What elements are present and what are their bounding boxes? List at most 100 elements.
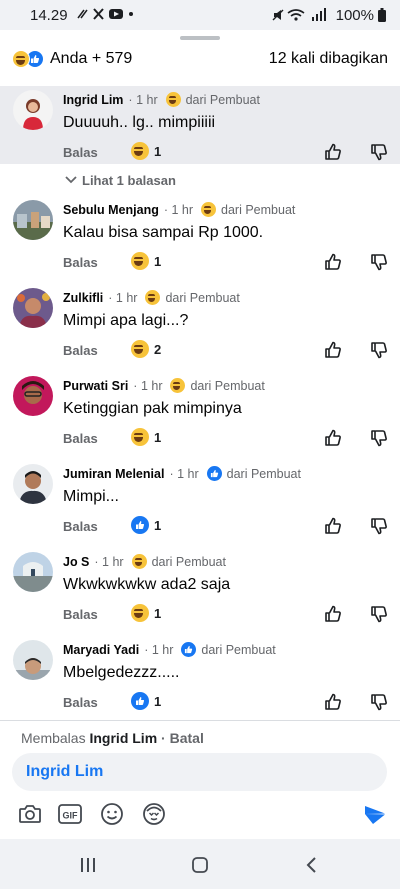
recent-apps-icon[interactable] bbox=[76, 853, 100, 877]
haha-icon bbox=[131, 252, 149, 270]
replying-to-label: Membalas Ingrid Lim · Batal bbox=[21, 730, 204, 746]
comment-input[interactable]: Ingrid Lim bbox=[12, 753, 387, 791]
comment-item[interactable]: Maryadi Yadi · 1 hr dari Pembuat Mbelged… bbox=[0, 636, 400, 724]
mute-wifi-signal-icons bbox=[272, 8, 326, 21]
share-count[interactable]: 12 kali dibagikan bbox=[269, 50, 388, 68]
downvote-icon[interactable] bbox=[369, 428, 389, 448]
reply-button[interactable]: Balas bbox=[63, 431, 98, 446]
reply-button[interactable]: Balas bbox=[63, 255, 98, 270]
comment-reaction-count[interactable]: 1 bbox=[131, 252, 161, 270]
upvote-icon[interactable] bbox=[323, 428, 343, 448]
reply-composer: Membalas Ingrid Lim · Batal Ingrid Lim G… bbox=[0, 720, 400, 839]
avatar[interactable] bbox=[13, 200, 53, 240]
vote-buttons bbox=[323, 516, 389, 536]
battery-percentage: 100% bbox=[335, 6, 374, 24]
comment-meta: Zulkifli · 1 hr dari Pembuat bbox=[63, 290, 240, 305]
downvote-icon[interactable] bbox=[369, 142, 389, 162]
downvote-icon[interactable] bbox=[369, 252, 389, 272]
comment-item[interactable]: Purwati Sri · 1 hr dari Pembuat Ketinggi… bbox=[0, 372, 400, 460]
downvote-icon[interactable] bbox=[369, 340, 389, 360]
commenter-name[interactable]: Sebulu Menjang bbox=[63, 203, 159, 217]
comment-text: Ketinggian pak mimpinya bbox=[63, 400, 242, 417]
upvote-icon[interactable] bbox=[323, 516, 343, 536]
reply-button[interactable]: Balas bbox=[63, 519, 98, 534]
author-reaction: dari Pembuat bbox=[206, 466, 301, 481]
comment-reaction-count[interactable]: 1 bbox=[131, 692, 161, 710]
avatar[interactable] bbox=[13, 640, 53, 680]
status-time: 14.29 bbox=[30, 6, 68, 24]
status-bar: 14.29 100% bbox=[0, 0, 400, 30]
comment-text: Mbelgedezzz..... bbox=[63, 664, 180, 681]
comment-text: Mimpi apa lagi...? bbox=[63, 312, 189, 329]
upvote-icon[interactable] bbox=[323, 604, 343, 624]
chevron-down-icon bbox=[65, 176, 77, 184]
upvote-icon[interactable] bbox=[323, 692, 343, 712]
camera-icon[interactable] bbox=[17, 801, 43, 827]
back-icon[interactable] bbox=[300, 853, 324, 877]
comment-text: Wkwkwkwkw ada2 saja bbox=[63, 576, 231, 593]
haha-icon bbox=[12, 50, 30, 68]
downvote-icon[interactable] bbox=[369, 516, 389, 536]
reactions-header[interactable]: Anda + 579 12 kali dibagikan bbox=[0, 44, 400, 74]
avatar[interactable] bbox=[13, 376, 53, 416]
gif-icon[interactable]: GIF bbox=[57, 801, 83, 827]
comment-item[interactable]: Zulkifli · 1 hr dari Pembuat Mimpi apa l… bbox=[0, 284, 400, 372]
comment-meta: Ingrid Lim · 1 hr dari Pembuat bbox=[63, 92, 260, 107]
comment-item[interactable]: Jo S · 1 hr dari Pembuat Wkwkwkwkw ada2 … bbox=[0, 548, 400, 636]
avatar-sticker-icon[interactable] bbox=[141, 801, 167, 827]
reply-button[interactable]: Balas bbox=[63, 695, 98, 710]
commenter-name[interactable]: Jo S bbox=[63, 555, 89, 569]
cancel-reply-button[interactable]: · Batal bbox=[161, 730, 204, 746]
reaction-count[interactable]: Anda + 579 bbox=[50, 50, 132, 68]
commenter-name[interactable]: Jumiran Melenial bbox=[63, 467, 164, 481]
comment-item[interactable]: Ingrid Lim · 1 hr dari Pembuat Duuuuh.. … bbox=[0, 86, 400, 164]
emoji-icon[interactable] bbox=[99, 801, 125, 827]
author-reaction: dari Pembuat bbox=[131, 554, 226, 569]
vote-buttons bbox=[323, 340, 389, 360]
author-reaction: dari Pembuat bbox=[181, 642, 276, 657]
comment-time: · 1 hr bbox=[144, 642, 174, 657]
comment-item[interactable]: Jumiran Melenial · 1 hr dari Pembuat Mim… bbox=[0, 460, 400, 548]
home-icon[interactable] bbox=[188, 853, 212, 877]
drag-handle[interactable] bbox=[180, 36, 220, 40]
avatar[interactable] bbox=[13, 90, 53, 130]
downvote-icon[interactable] bbox=[369, 692, 389, 712]
comment-time: · 1 hr bbox=[163, 202, 194, 217]
comment-reaction-count[interactable]: 2 bbox=[131, 340, 161, 358]
comment-reaction-count[interactable]: 1 bbox=[131, 604, 161, 622]
like-icon bbox=[131, 692, 149, 710]
haha-icon bbox=[131, 340, 149, 358]
notification-icons bbox=[76, 7, 136, 24]
upvote-icon[interactable] bbox=[323, 252, 343, 272]
comment-actions: Balas 1 bbox=[63, 142, 389, 162]
reply-button[interactable]: Balas bbox=[63, 607, 98, 622]
vote-buttons bbox=[323, 692, 389, 712]
avatar[interactable] bbox=[13, 464, 53, 504]
upvote-icon[interactable] bbox=[323, 142, 343, 162]
avatar[interactable] bbox=[13, 552, 53, 592]
reply-button[interactable]: Balas bbox=[63, 145, 98, 160]
author-reaction: dari Pembuat bbox=[165, 92, 260, 107]
commenter-name[interactable]: Ingrid Lim bbox=[63, 93, 123, 107]
commenter-name[interactable]: Zulkifli bbox=[63, 291, 103, 305]
downvote-icon[interactable] bbox=[369, 604, 389, 624]
reply-button[interactable]: Balas bbox=[63, 343, 98, 358]
comment-meta: Maryadi Yadi · 1 hr dari Pembuat bbox=[63, 642, 276, 657]
comment-time: · 1 hr bbox=[128, 92, 158, 107]
comment-text: Kalau bisa sampai Rp 1000. bbox=[63, 224, 264, 241]
comment-meta: Purwati Sri · 1 hr dari Pembuat bbox=[63, 378, 265, 393]
view-replies-button[interactable]: Lihat 1 balasan bbox=[0, 164, 400, 196]
commenter-name[interactable]: Purwati Sri bbox=[63, 379, 128, 393]
avatar[interactable] bbox=[13, 288, 53, 328]
comment-item[interactable]: Sebulu Menjang · 1 hr dari Pembuat Kalau… bbox=[0, 196, 400, 284]
haha-icon bbox=[131, 142, 149, 160]
comment-reaction-count[interactable]: 1 bbox=[131, 516, 161, 534]
comment-time: · 1 hr bbox=[169, 466, 199, 481]
send-icon[interactable] bbox=[362, 801, 388, 827]
comment-reaction-count[interactable]: 1 bbox=[131, 142, 161, 160]
haha-icon bbox=[131, 604, 149, 622]
upvote-icon[interactable] bbox=[323, 340, 343, 360]
comments-sheet: Anda + 579 12 kali dibagikan Ingrid Lim … bbox=[0, 30, 400, 839]
comment-reaction-count[interactable]: 1 bbox=[131, 428, 161, 446]
commenter-name[interactable]: Maryadi Yadi bbox=[63, 643, 139, 657]
